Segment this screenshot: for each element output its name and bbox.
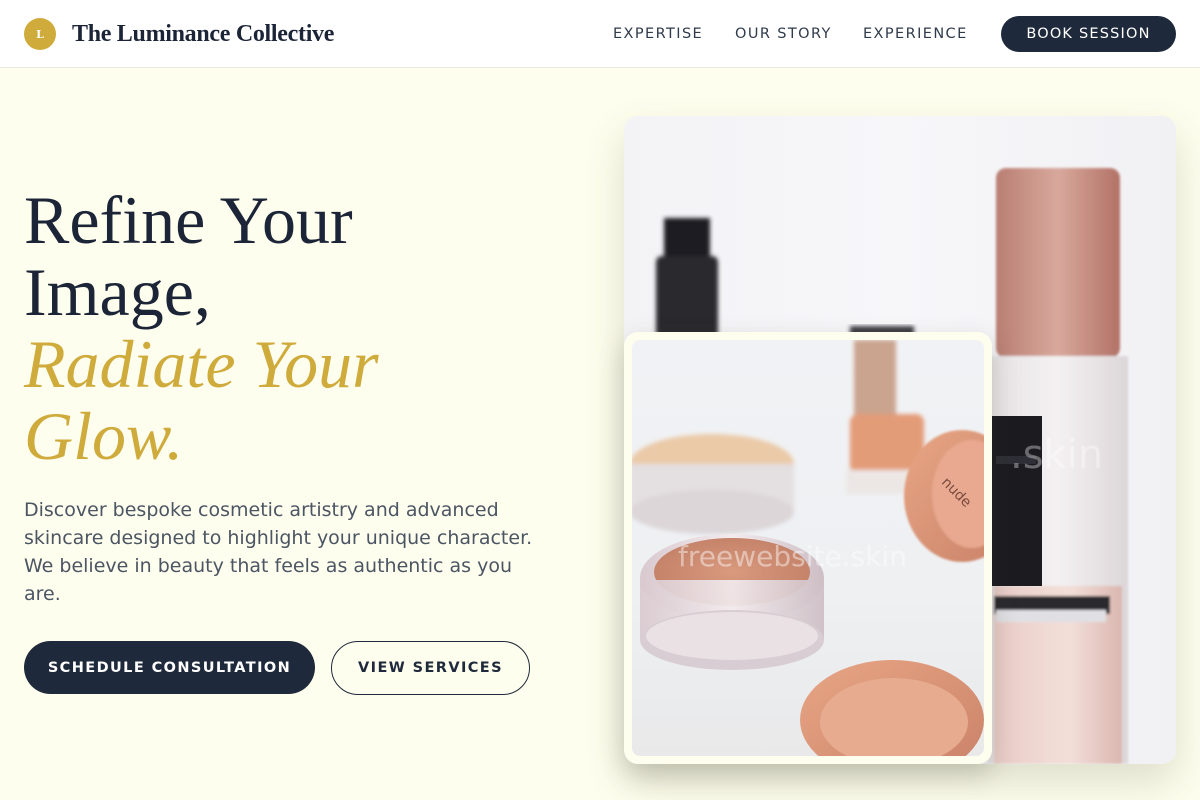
hero-title-accent-line-2: Glow. bbox=[24, 398, 184, 474]
hero-description: Discover bespoke cosmetic artistry and a… bbox=[24, 499, 533, 605]
nav-link-our-story[interactable]: OUR STORY bbox=[735, 25, 832, 43]
view-services-button[interactable]: VIEW SERVICES bbox=[331, 641, 530, 695]
hero-inset-image-frame: nude freewebsite.skin bbox=[624, 332, 992, 764]
site-header: L The Luminance Collective EXPERTISE OUR… bbox=[0, 0, 1200, 68]
hero-inset-image: nude freewebsite.skin bbox=[632, 340, 984, 756]
hero-title: Refine Your Image, Radiate Your Glow. bbox=[24, 184, 379, 472]
hero-title-accent-line-1: Radiate Your bbox=[24, 326, 379, 402]
book-session-button[interactable]: BOOK SESSION bbox=[1001, 16, 1176, 52]
main-image-watermark: .skin bbox=[1010, 432, 1103, 478]
hero-title-line-1: Refine Your bbox=[24, 182, 353, 258]
hero-title-line-2: Image, bbox=[24, 254, 211, 330]
nav-link-experience[interactable]: EXPERIENCE bbox=[863, 25, 968, 43]
brand-name[interactable]: The Luminance Collective bbox=[72, 20, 334, 48]
logo-badge[interactable]: L bbox=[24, 18, 56, 50]
inset-image-watermark: freewebsite.skin bbox=[678, 540, 907, 573]
nav-link-expertise[interactable]: EXPERTISE bbox=[613, 25, 703, 43]
schedule-consultation-button[interactable]: SCHEDULE CONSULTATION bbox=[24, 641, 315, 694]
powder-jars-illustration: nude freewebsite.skin bbox=[632, 340, 984, 756]
